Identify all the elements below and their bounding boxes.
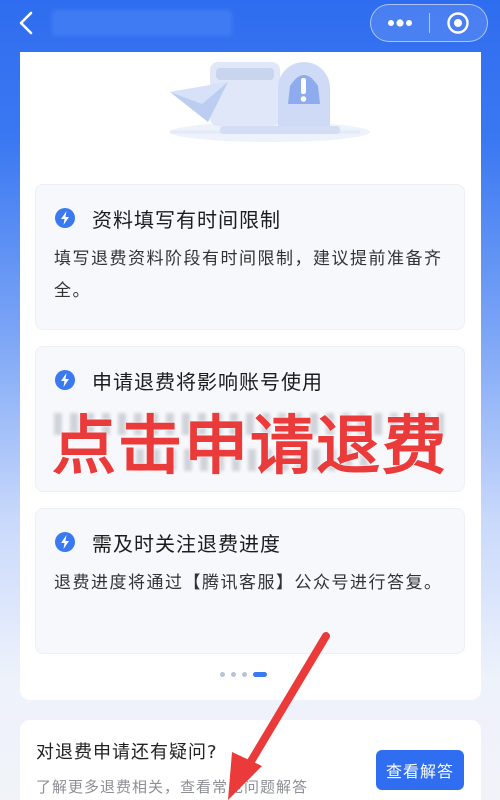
- mailbox-illustration: [170, 62, 370, 142]
- lightning-icon: [55, 208, 75, 228]
- carousel-dot-active[interactable]: [253, 672, 267, 677]
- notice-title: 资料填写有时间限制: [92, 207, 281, 232]
- faq-card: 对退费申请还有疑问? 了解更多退费相关，查看常见问题解答 查看解答: [20, 720, 481, 800]
- notice-title: 需及时关注退费进度: [92, 531, 281, 556]
- lightning-icon: [55, 370, 75, 390]
- notice-header: 申请退费将影响账号使用: [54, 365, 323, 395]
- notice-item: 资料填写有时间限制 填写退费资料阶段有时间限制，建议提前准备齐全。: [35, 184, 465, 330]
- notice-title: 申请退费将影响账号使用: [92, 369, 323, 394]
- chevron-left-icon: [19, 11, 33, 35]
- notice-header: 需及时关注退费进度: [54, 527, 281, 557]
- carousel-indicator: [220, 672, 267, 677]
- overlay-annotation: 点击申请退费: [52, 410, 448, 484]
- nav-bar: [0, 0, 500, 52]
- carousel-dot[interactable]: [231, 672, 236, 677]
- target-circle-icon: [447, 12, 469, 34]
- back-button[interactable]: [12, 8, 42, 38]
- notice-header: 资料填写有时间限制: [54, 203, 281, 233]
- mini-program-capsule: [370, 4, 488, 42]
- more-button[interactable]: [371, 5, 429, 41]
- notice-item: 需及时关注退费进度 退费进度将通过【腾讯客服】公众号进行答复。: [35, 508, 465, 654]
- faq-subtitle: 了解更多退费相关，查看常见问题解答: [36, 778, 309, 796]
- view-answers-button[interactable]: 查看解答: [376, 750, 464, 790]
- notice-body: 填写退费资料阶段有时间限制，建议提前准备齐全。: [54, 249, 443, 301]
- faq-title: 对退费申请还有疑问?: [36, 742, 218, 763]
- notice-body: 退费进度将通过【腾讯客服】公众号进行答复。: [54, 573, 443, 593]
- carousel-dot[interactable]: [220, 672, 225, 677]
- lightning-icon: [55, 532, 75, 552]
- notice-card: 资料填写有时间限制 填写退费资料阶段有时间限制，建议提前准备齐全。 申请退费将影…: [20, 52, 481, 700]
- more-dots-icon: [387, 19, 412, 27]
- carousel-dot[interactable]: [242, 672, 247, 677]
- page-title-blurred: [52, 10, 232, 36]
- close-button[interactable]: [429, 5, 487, 41]
